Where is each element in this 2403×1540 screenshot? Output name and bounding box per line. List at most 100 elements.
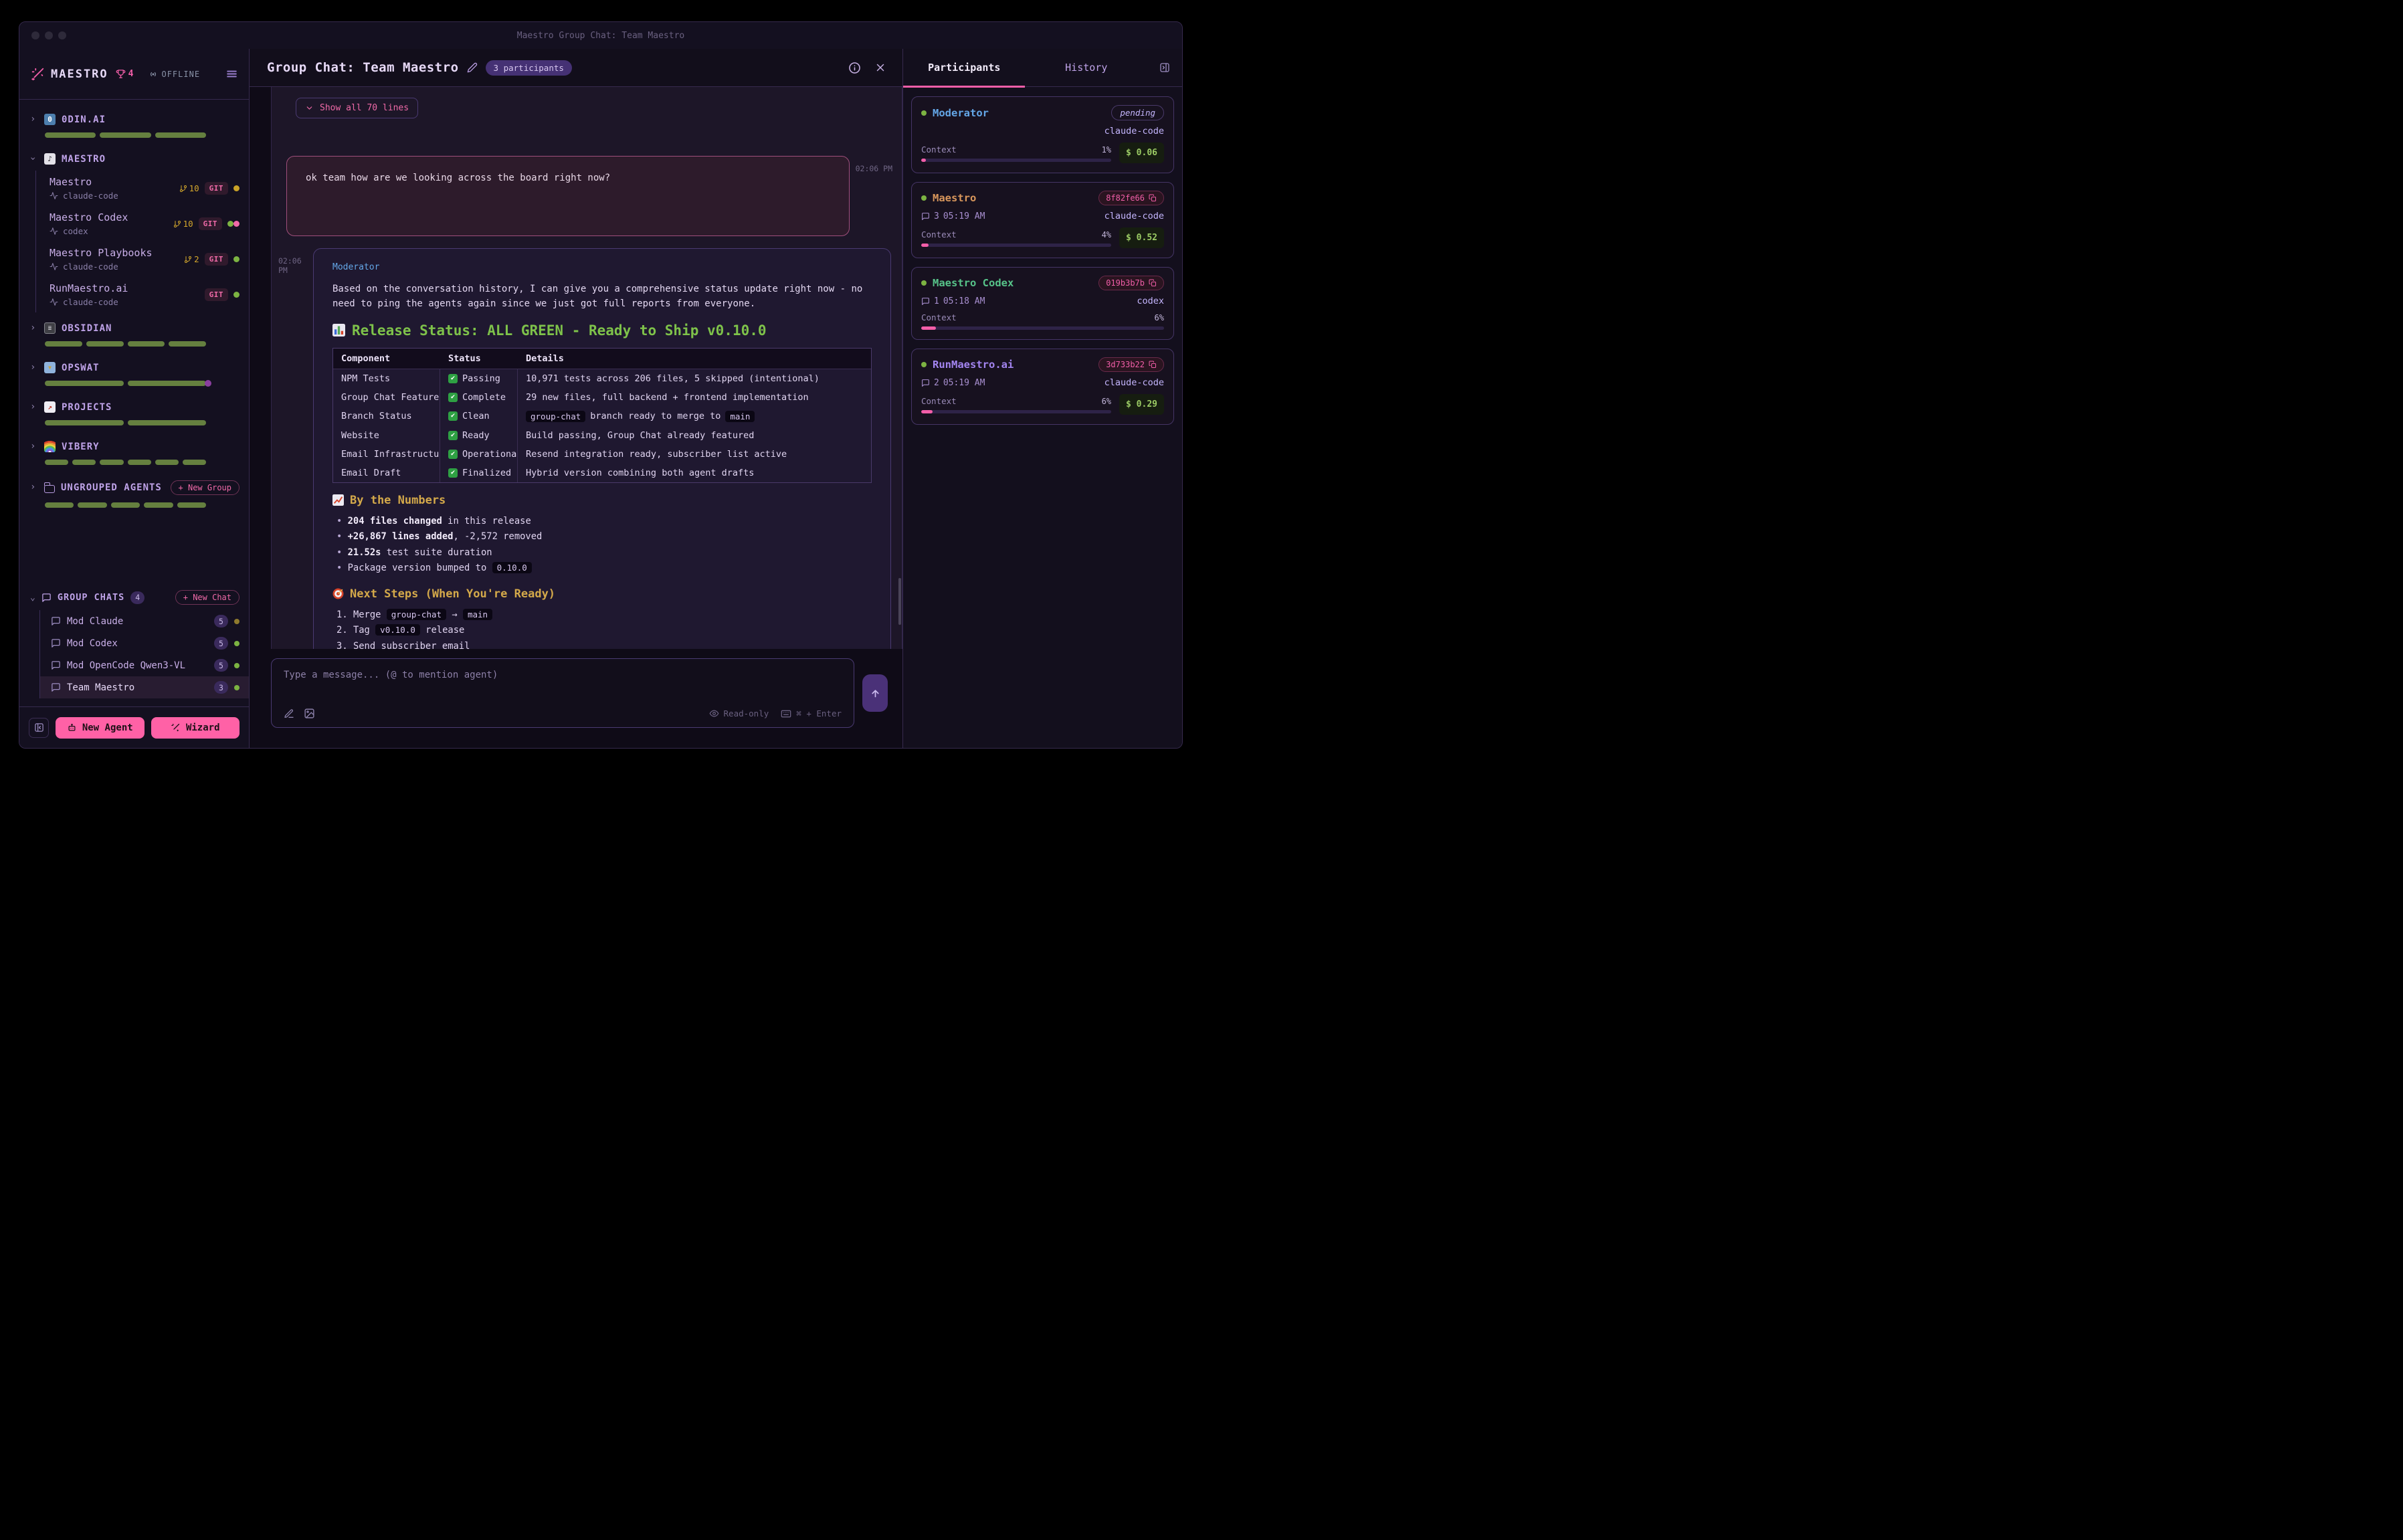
info-icon[interactable] [848,62,861,74]
tab-participants[interactable]: Participants [903,49,1026,86]
show-all-lines-button[interactable]: Show all 70 lines [296,98,418,118]
agent-row[interactable]: Maestro Codex codex [47,206,249,242]
chevron-icon [30,442,38,451]
sidebar-group-row[interactable]: 0DIN.AI [19,109,249,130]
context-progress-fill [921,159,926,162]
participant-card[interactable]: RunMaestro.ai 3d733b22 [911,349,1174,425]
message-input[interactable]: Type a message... (@ to mention agent) [271,658,854,728]
sidebar-group-row[interactable]: VIBERY [19,436,249,457]
message-square-icon [921,379,930,387]
sidebar-group-row[interactable]: OPSWAT [19,357,249,378]
bar-chart-icon [332,324,345,336]
group-label: OPSWAT [62,363,100,373]
page-title: Group Chat: Team Maestro [267,60,459,75]
agent-skeleton-bar [111,502,140,508]
chat-scrollbar[interactable] [898,578,901,625]
sidebar-header: MAESTRO 4 OFFLINE [19,49,249,100]
active-tab-underline [903,86,1025,88]
context-label: Context [921,396,957,406]
group-chats-section: ⌄ GROUP CHATS 4 + New Chat [19,579,249,706]
sidebar-group-row[interactable]: UNGROUPED AGENTS + New Group [19,476,249,500]
message-timestamp: 02:06 PM [273,248,313,275]
new-group-button[interactable]: + New Group [171,480,239,495]
message-count: 3 05:19 AM [921,211,985,221]
participant-cli: claude-code [1104,211,1164,221]
status-cell: Clean [440,407,518,426]
trophy-count: 4 [128,69,134,79]
participant-cli: claude-code [1104,126,1164,136]
group-chat-item[interactable]: Mod Claude 5 [40,610,249,632]
collapse-panel-icon[interactable] [1147,49,1182,86]
component-cell: NPM Tests [333,369,440,388]
session-hash-badge[interactable]: 8f82fe66 [1098,191,1164,205]
agent-skeleton-bar [86,341,124,347]
copy-icon[interactable] [1149,194,1157,202]
agent-row[interactable]: Maestro Playbooks claude-code [47,242,249,277]
agent-skeleton-bar [45,420,124,425]
agent-cli: claude-code [50,297,128,307]
session-hash-badge[interactable]: 019b3b7b [1098,276,1164,290]
agent-skeleton-bar [100,132,151,138]
agent-row[interactable]: RunMaestro.ai claude-code [47,277,249,312]
keyboard-icon [781,708,791,719]
agent-name: Maestro [50,176,118,188]
table-row: Email Draft Finalized Hybrid versio [333,464,871,482]
close-icon[interactable] [874,62,886,74]
git-branch-icon [179,185,187,193]
sidebar-group-row[interactable]: MAESTRO [19,149,249,169]
user-message-row: ok team how are we looking across the bo… [286,156,892,236]
agent-cli: codex [50,226,128,236]
context-progress-fill [921,244,929,247]
new-chat-button[interactable]: + New Chat [175,590,239,605]
trophy-icon [116,69,126,79]
group-chats-count: 4 [130,591,145,604]
chat-status-dot [234,619,239,624]
last-message-time: 05:19 AM [943,211,985,221]
participant-name: RunMaestro.ai [933,359,1014,371]
sidebar-group-row[interactable]: PROJECTS [19,397,249,417]
group-chat-item[interactable]: Mod Codex 5 [40,632,249,654]
message-input-placeholder: Type a message... (@ to mention agent) [284,670,842,680]
participant-card[interactable]: Moderator pending [911,96,1174,173]
wizard-button[interactable]: Wizard [151,717,240,739]
activity-icon [50,262,58,271]
check-icon [448,411,458,421]
chat-name: Mod Claude [67,616,208,627]
participant-card[interactable]: Maestro 8f82fe66 [911,182,1174,258]
group-chats-header[interactable]: ⌄ GROUP CHATS 4 + New Chat [19,586,249,610]
sidebar-group-row[interactable]: OBSIDIAN [19,318,249,339]
message-square-icon [921,297,930,306]
copy-icon[interactable] [1149,361,1157,369]
tab-history[interactable]: History [1026,49,1148,86]
pen-icon[interactable] [284,708,294,719]
session-hash-badge[interactable]: 3d733b22 [1098,357,1164,372]
list-item: 21.52s test suite duration [337,545,872,561]
agent-skeleton-bar [144,502,173,508]
online-status-dot [921,110,927,116]
collapse-sidebar-button[interactable] [29,718,49,738]
copy-icon[interactable] [1149,279,1157,287]
agent-status-dots [233,256,239,262]
hamburger-icon[interactable] [225,68,238,80]
list-item: Send subscriber email [337,639,872,650]
agent-skeleton-bar [45,502,74,508]
agent-skeleton-bar [177,502,206,508]
branch-count: 10 [183,219,193,229]
app-logo: MAESTRO [51,68,108,81]
group-chats-list: Mod Claude 5 Mod Codex 5 [39,610,249,698]
group-chat-item[interactable]: Team Maestro 3 [40,676,249,698]
image-attach-icon[interactable] [304,708,315,719]
message-square-icon [41,593,52,603]
participant-name: Maestro [933,192,976,204]
participant-card[interactable]: Maestro Codex 019b3b7b [911,267,1174,340]
agent-row[interactable]: Maestro claude-code [47,171,249,206]
send-button[interactable] [862,674,888,712]
group-chat-item[interactable]: Mod OpenCode Qwen3-VL 5 [40,654,249,676]
user-message-bubble: ok team how are we looking across the bo… [286,156,850,236]
edit-title-icon[interactable] [467,62,478,73]
new-agent-button[interactable]: New Agent [56,717,145,739]
chat-status-dot [234,641,239,646]
sidebar-group: OBSIDIAN [19,318,249,347]
online-status-dot [921,195,927,201]
collapsed-agents-bars [45,341,206,347]
